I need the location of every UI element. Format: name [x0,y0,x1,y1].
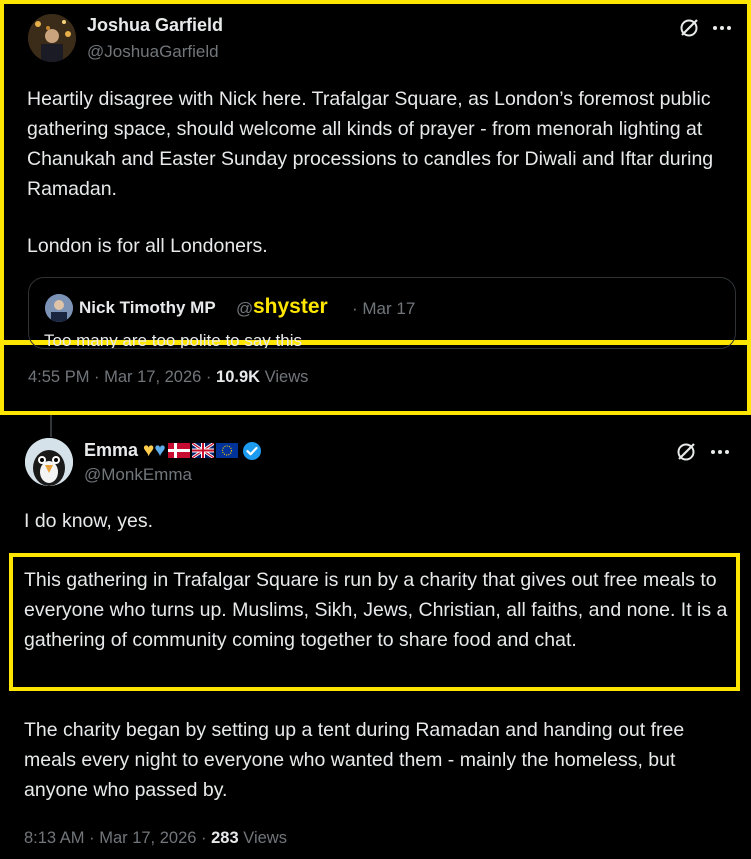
emma-name-row: Emma ♥ ♥ [84,440,262,461]
quoted-tweet-card[interactable]: Nick Timothy MP @ shyster · Mar 17 Too m… [28,277,736,349]
quoted-author-handle: @ [236,299,254,318]
grok-icon[interactable] [677,16,701,40]
avatar-nick [45,294,73,322]
tweet-meta: 4:55 PM · Mar 17, 2026 · 10.9K Views [28,368,308,387]
quoted-date: · Mar 17 [352,299,416,318]
tweet-meta-emma: 8:13 AM · Mar 17, 2026 · 283 Views [24,829,287,848]
yellow-heart-icon: ♥ [143,440,155,461]
tweet-text-emma-3: The charity began by setting up a tent d… [24,719,685,801]
author-name[interactable]: Joshua Garfield [87,15,223,36]
more-icon[interactable] [710,16,734,40]
grok-icon-2[interactable] [674,440,698,464]
tweet-text-emma-1: I do know, yes. [24,510,153,532]
author-handle-emma[interactable]: @MonkEmma [84,465,192,485]
views-count-emma: 283 [211,829,239,847]
timestamp[interactable]: 4:55 PM · Mar 17, 2026 · [28,368,211,386]
flag-denmark-icon [167,443,190,458]
views-label-emma: Views [243,829,287,847]
flag-eu-icon [215,443,238,458]
author-name-emma[interactable]: Emma [84,440,138,461]
avatar-joshua[interactable] [28,14,76,62]
thread-line [50,415,52,437]
avatar-emma[interactable] [25,438,73,486]
tweet-text-2: London is for all Londoners. [27,235,268,257]
views-label: Views [264,368,309,386]
more-icon-2[interactable] [708,440,732,464]
tweet-text: Heartily disagree with Nick here. Trafal… [27,88,714,200]
tweet-text-emma-highlighted: This gathering in Trafalgar Square is ru… [24,569,728,651]
blue-heart-icon: ♥ [154,440,166,461]
quoted-text: Too many are too polite to say this [44,331,302,349]
flag-uk-icon [190,441,215,460]
shyster-overlay-label: shyster [253,295,328,318]
views-count: 10.9K [216,368,261,386]
author-handle[interactable]: @JoshuaGarfield [87,42,219,62]
verified-badge-icon [242,441,262,461]
timestamp-emma[interactable]: 8:13 AM · Mar 17, 2026 · [24,829,207,847]
quoted-author-name: Nick Timothy MP [79,298,216,317]
